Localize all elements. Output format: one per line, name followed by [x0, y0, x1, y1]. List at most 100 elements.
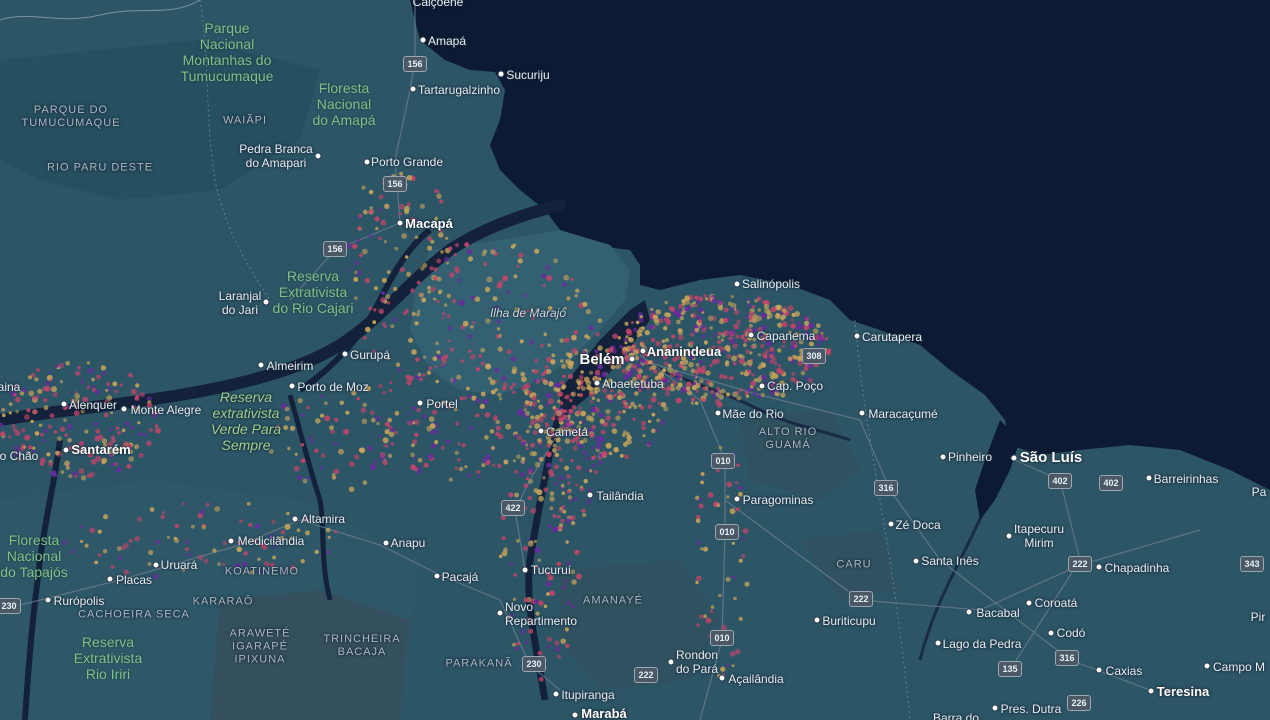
marker-santa-ines[interactable]: [912, 557, 920, 565]
marker-tucurui[interactable]: [521, 566, 529, 574]
marker-itupiranga[interactable]: [552, 690, 560, 698]
marker-porto-grande[interactable]: [363, 158, 371, 166]
marker-lago-da-pedra[interactable]: [934, 639, 942, 647]
label-pres-dutra[interactable]: Pres. Dutra: [1001, 702, 1062, 716]
marker-caxias[interactable]: [1095, 666, 1103, 674]
label-uruara[interactable]: Uruará: [161, 558, 198, 572]
label-maraba[interactable]: Marabá: [581, 707, 627, 720]
highway-shield-308[interactable]: 308: [802, 348, 826, 364]
label-codo[interactable]: Codó: [1057, 626, 1086, 640]
highway-shield-316[interactable]: 316: [1055, 650, 1079, 666]
label-carutapera[interactable]: Carutapera: [862, 330, 922, 344]
label-region-koatinemo[interactable]: KOATINEMO: [225, 566, 299, 579]
label-region-trincheira[interactable]: TRINCHEIRA BACAJA: [323, 633, 400, 659]
label-itupiranga[interactable]: Itupiranga: [561, 688, 614, 702]
marker-novo-repartimento[interactable]: [496, 609, 504, 617]
map-canvas[interactable]: Calçoene Amapá Sucuriju Tartarugalzinho …: [0, 0, 1270, 720]
marker-acailandia[interactable]: [718, 674, 726, 682]
marker-mae-do-rio[interactable]: [714, 409, 722, 417]
label-teresina[interactable]: Teresina: [1157, 685, 1210, 699]
marker-bacabal[interactable]: [965, 608, 973, 616]
label-chapadinha[interactable]: Chapadinha: [1105, 561, 1170, 575]
label-ananindeua[interactable]: Ananindeua: [647, 345, 721, 359]
label-anapu[interactable]: Anapu: [391, 536, 426, 550]
marker-paragominas[interactable]: [733, 495, 741, 503]
label-region-alto-rio-guama[interactable]: ALTO RIO GUAMÁ: [759, 426, 817, 452]
highway-shield-010[interactable]: 010: [711, 453, 735, 469]
label-pedra-branca[interactable]: Pedra Branca do Amapari: [239, 142, 312, 170]
highway-shield-222[interactable]: 222: [849, 591, 873, 607]
marker-santarem[interactable]: [62, 446, 70, 454]
label-park-tapajos[interactable]: Floresta Nacional do Tapajós: [0, 532, 67, 580]
label-region-kararao[interactable]: KARARAÔ: [193, 596, 254, 609]
label-santarem[interactable]: Santarém: [71, 443, 130, 457]
marker-gurupa[interactable]: [341, 350, 349, 358]
marker-portel[interactable]: [416, 399, 424, 407]
label-sao-luis[interactable]: São Luís: [1020, 450, 1083, 465]
label-barreirinhas[interactable]: Barreirinhas: [1154, 472, 1219, 486]
marker-salinopolis[interactable]: [733, 280, 741, 288]
label-pinheiro[interactable]: Pinheiro: [948, 450, 992, 464]
marker-cap-poco[interactable]: [758, 382, 766, 390]
marker-coroata[interactable]: [1025, 599, 1033, 607]
label-bacabal[interactable]: Bacabal: [976, 606, 1019, 620]
label-region-cachoeira[interactable]: CACHOEIRA SECA: [78, 609, 190, 622]
marker-monte-alegre[interactable]: [120, 405, 128, 413]
label-abaetetuba[interactable]: Abaetetuba: [602, 377, 663, 391]
label-tartarugalzinho[interactable]: Tartarugalzinho: [418, 83, 500, 97]
label-rondon[interactable]: Rondon do Pará: [676, 648, 718, 676]
marker-porto-de-moz[interactable]: [288, 382, 296, 390]
highway-shield-316[interactable]: 316: [874, 480, 898, 496]
marker-ananindeua[interactable]: [639, 347, 647, 355]
label-monte-alegre[interactable]: Monte Alegre: [131, 403, 202, 417]
label-campo-m[interactable]: Campo M: [1213, 660, 1265, 674]
marker-ruropolis[interactable]: [44, 596, 52, 604]
label-tailandia[interactable]: Tailândia: [596, 489, 643, 503]
label-laranjal[interactable]: Laranjal do Jari: [219, 289, 262, 317]
label-region-waiapi[interactable]: WAIÃPI: [223, 115, 267, 128]
label-aina[interactable]: aina: [0, 380, 20, 394]
marker-cameta[interactable]: [537, 427, 545, 435]
label-santa-ines[interactable]: Santa Inês: [921, 554, 978, 568]
marker-laranjal[interactable]: [262, 298, 270, 306]
marker-pres-dutra[interactable]: [991, 704, 999, 712]
marker-belem[interactable]: [628, 355, 636, 363]
highway-shield-156[interactable]: 156: [403, 56, 427, 72]
marker-maracacume[interactable]: [858, 409, 866, 417]
highway-shield-010[interactable]: 010: [715, 524, 739, 540]
highway-shield-230[interactable]: 230: [522, 656, 546, 672]
label-cameta[interactable]: Cametá: [546, 425, 588, 439]
marker-pedra-branca[interactable]: [314, 152, 322, 160]
label-park-rio-cajari[interactable]: Reserva Extrativista do Rio Cajari: [273, 268, 354, 316]
label-region-caru[interactable]: CARU: [836, 559, 871, 572]
label-tucurui[interactable]: Tucuruí: [531, 563, 571, 577]
highway-shield-402[interactable]: 402: [1099, 475, 1123, 491]
label-belem[interactable]: Belém: [579, 352, 624, 367]
marker-chapadinha[interactable]: [1095, 563, 1103, 571]
highway-shield-422[interactable]: 422: [501, 500, 525, 516]
label-itapecuru[interactable]: Itapecuru Mirim: [1014, 522, 1064, 550]
label-portel[interactable]: Portel: [426, 397, 457, 411]
label-park-amapa[interactable]: Floresta Nacional do Amapá: [312, 80, 375, 128]
label-park-iriri[interactable]: Reserva Extrativista Rio Iriri: [74, 634, 142, 682]
marker-pinheiro[interactable]: [939, 453, 947, 461]
marker-itapecuru[interactable]: [1005, 532, 1013, 540]
label-buriticupu[interactable]: Buriticupu: [822, 614, 875, 628]
label-placas[interactable]: Placas: [116, 573, 152, 587]
highway-shield-010[interactable]: 010: [710, 630, 734, 646]
highway-shield-156[interactable]: 156: [383, 176, 407, 192]
label-mae-do-rio[interactable]: Mãe do Rio: [722, 407, 783, 421]
label-pa-edge[interactable]: Pa: [1252, 485, 1267, 499]
label-medicilandia[interactable]: Medicilândia: [238, 534, 305, 548]
label-acailandia[interactable]: Açailândia: [728, 672, 783, 686]
highway-shield-135[interactable]: 135: [998, 661, 1022, 677]
highway-shield-402[interactable]: 402: [1048, 473, 1072, 489]
label-region-rio-paru[interactable]: RIO PARU DESTE: [47, 162, 153, 175]
marker-buriticupu[interactable]: [813, 616, 821, 624]
marker-placas[interactable]: [106, 575, 114, 583]
label-region-arawete[interactable]: ARAWETÉ IGARAPÉ IPIXUNA: [230, 628, 291, 667]
marker-teresina[interactable]: [1147, 687, 1155, 695]
label-ilha-marajo[interactable]: Ilha de Marajó: [490, 306, 566, 320]
marker-altamira[interactable]: [291, 515, 299, 523]
label-sucuriju[interactable]: Sucuriju: [506, 68, 549, 82]
